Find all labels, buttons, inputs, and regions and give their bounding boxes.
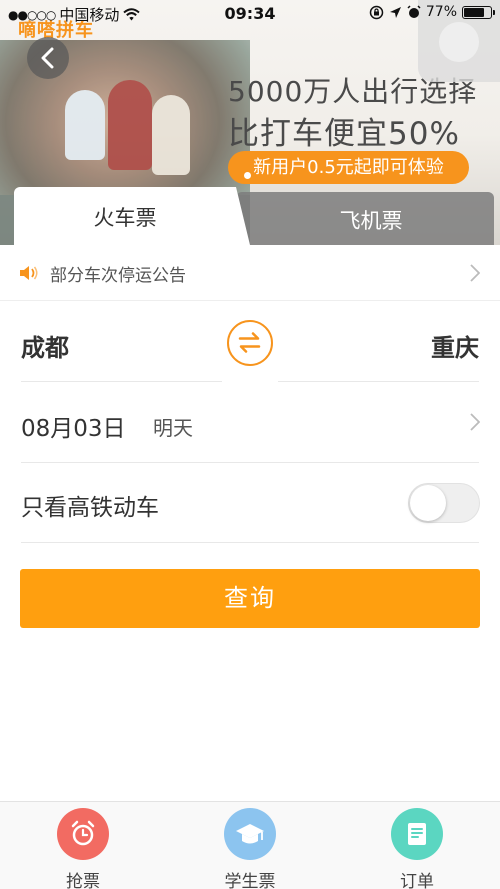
nav-label: 抢票	[66, 872, 100, 889]
promo-cta[interactable]: 新用户0.5元起即可体验	[228, 151, 469, 184]
tab-train-label: 火车票	[93, 206, 157, 230]
divider	[278, 381, 479, 382]
search-button[interactable]: 查询	[20, 569, 480, 628]
promo-subheadline: 比打车便宜50%	[228, 116, 460, 152]
departure-date-relative: 明天	[153, 416, 193, 440]
nav-label: 订单	[400, 872, 434, 889]
divider	[21, 542, 479, 543]
alarm-clock-icon	[57, 808, 109, 860]
divider	[21, 381, 222, 382]
carousel-dots	[244, 172, 256, 180]
swap-cities-button[interactable]	[227, 320, 273, 366]
bottom-nav: 抢票 学生票 订单	[0, 801, 500, 889]
service-notice[interactable]: 部分车次停运公告	[0, 245, 500, 301]
arrival-city[interactable]: 重庆	[431, 328, 479, 363]
battery-icon	[462, 5, 495, 19]
tab-flight[interactable]: 飞机票	[236, 192, 494, 245]
status-bar: ●●○○○ 中国移动 09:34 77%	[0, 0, 500, 28]
speaker-icon	[20, 266, 38, 280]
orientation-lock-icon	[369, 5, 384, 19]
graduation-cap-icon	[224, 808, 276, 860]
tab-train[interactable]: 火车票	[14, 187, 250, 245]
chevron-right-icon[interactable]	[470, 412, 480, 432]
notice-text: 部分车次停运公告	[50, 266, 186, 286]
chevron-left-icon	[41, 47, 54, 69]
nav-label: 学生票	[224, 872, 276, 889]
toggle-knob	[410, 485, 446, 521]
high-speed-only-label: 只看高铁动车	[21, 495, 159, 521]
nav-item-orders[interactable]: 订单	[357, 808, 477, 889]
swap-arrows-icon	[238, 332, 261, 353]
chevron-right-icon	[470, 264, 480, 282]
departure-date[interactable]: 08月03日	[21, 409, 126, 443]
nav-item-grab-tickets[interactable]: 抢票	[23, 808, 143, 889]
alarm-icon	[407, 5, 421, 18]
back-button[interactable]	[27, 37, 69, 79]
divider	[21, 462, 479, 463]
nav-item-student-tickets[interactable]: 学生票	[190, 808, 310, 889]
tab-flight-label: 飞机票	[339, 209, 403, 233]
departure-city[interactable]: 成都	[21, 328, 69, 363]
high-speed-only-toggle[interactable]	[408, 483, 480, 523]
order-list-icon	[391, 808, 443, 860]
location-arrow-icon	[389, 6, 401, 18]
battery-percent: 77%	[425, 4, 457, 20]
